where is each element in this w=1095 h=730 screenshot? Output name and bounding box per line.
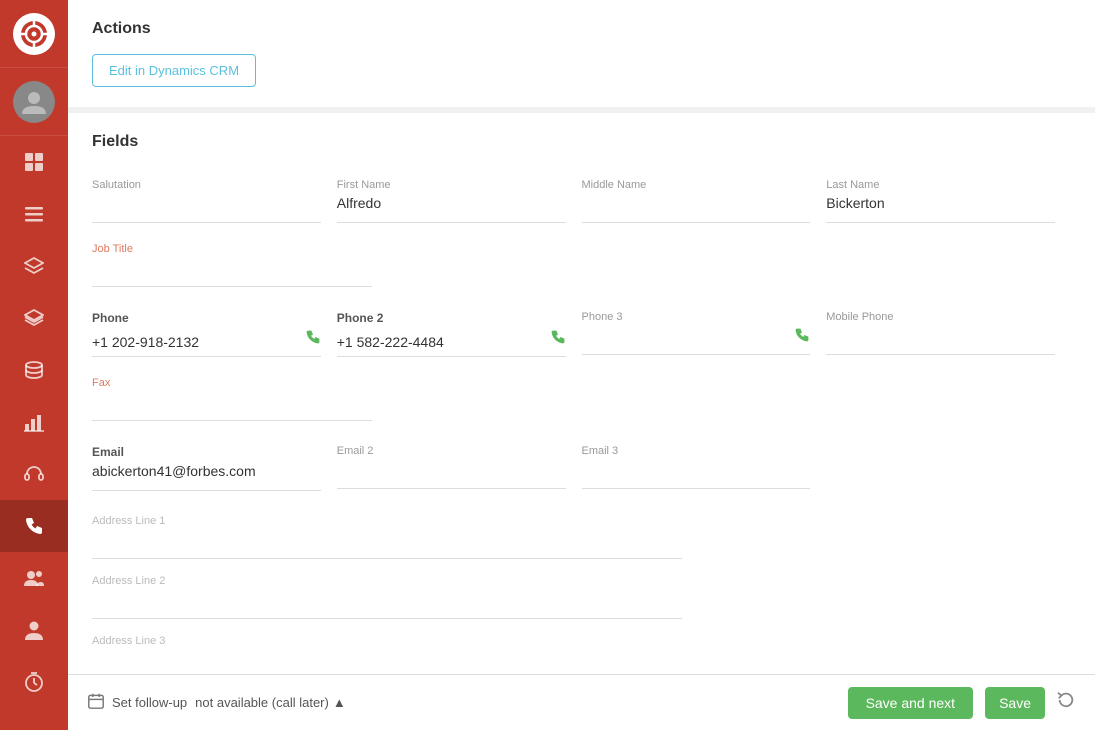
save-and-next-button[interactable]: Save and next [848, 687, 974, 719]
phone2-call-icon[interactable] [550, 329, 566, 350]
first-name-value[interactable]: Alfredo [337, 195, 566, 223]
salutation-label: Salutation [92, 179, 321, 191]
email-field: Email abickerton41@forbes.com [92, 437, 337, 499]
sidebar-item-chart[interactable] [0, 396, 68, 448]
fax-label: Fax [92, 377, 372, 389]
phone3-call-icon[interactable] [794, 327, 810, 348]
sidebar [0, 0, 68, 730]
email3-value[interactable] [582, 461, 811, 489]
fields-email-row: Email abickerton41@forbes.com Email 2 Em… [92, 437, 1071, 499]
phone2-label: Phone 2 [337, 311, 566, 325]
fields-row-1: Salutation First Name Alfredo Middle Nam… [92, 171, 1071, 231]
sidebar-item-layers[interactable] [0, 240, 68, 292]
phone-label: Phone [92, 311, 321, 325]
mobile-phone-value[interactable] [826, 327, 1055, 355]
job-title-label: Job Title [92, 243, 372, 255]
middle-name-value[interactable] [582, 195, 811, 223]
email2-label: Email 2 [337, 445, 566, 457]
sidebar-item-dashboard[interactable] [0, 136, 68, 188]
job-title-field: Job Title [92, 243, 372, 287]
chevron-up-icon: ▲ [333, 695, 346, 710]
phone3-field: Phone 3 [582, 303, 827, 365]
email2-value[interactable] [337, 461, 566, 489]
email3-label: Email 3 [582, 445, 811, 457]
email-value[interactable]: abickerton41@forbes.com [92, 463, 321, 491]
address2-label: Address Line 2 [92, 575, 682, 587]
last-name-value[interactable]: Bickerton [826, 195, 1055, 223]
job-title-row: Job Title [92, 231, 1071, 295]
address3-field: Address Line 3 [92, 635, 682, 647]
fax-field: Fax [92, 377, 372, 421]
middle-name-field: Middle Name [582, 171, 827, 231]
reset-button[interactable] [1057, 691, 1075, 714]
follow-up-section: Set follow-up not available (call later)… [88, 693, 346, 712]
address1-field: Address Line 1 [92, 515, 682, 559]
sidebar-logo [0, 0, 68, 68]
phone-value[interactable]: +1 202-918-2132 [92, 334, 297, 350]
email-label: Email [92, 445, 321, 459]
address3-row: Address Line 3 [92, 627, 1071, 659]
address3-label: Address Line 3 [92, 635, 682, 647]
phone3-label: Phone 3 [582, 311, 811, 323]
email-spacer [826, 437, 1071, 499]
phone-field: Phone +1 202-918-2132 [92, 303, 337, 365]
sidebar-nav [0, 136, 68, 730]
fax-value[interactable] [92, 393, 372, 421]
phone2-value[interactable]: +1 582-222-4484 [337, 334, 542, 350]
middle-name-label: Middle Name [582, 179, 811, 191]
save-button[interactable]: Save [985, 687, 1045, 719]
last-name-field: Last Name Bickerton [826, 171, 1071, 231]
mobile-phone-label: Mobile Phone [826, 311, 1055, 323]
sidebar-item-database[interactable] [0, 344, 68, 396]
phone2-field: Phone 2 +1 582-222-4484 [337, 303, 582, 365]
phone-call-icon[interactable] [305, 329, 321, 350]
edit-crm-button[interactable]: Edit in Dynamics CRM [92, 54, 256, 87]
last-name-label: Last Name [826, 179, 1055, 191]
follow-up-status-select[interactable]: not available (call later) ▲ [195, 695, 346, 710]
content-area: Actions Edit in Dynamics CRM Fields Salu… [68, 0, 1095, 674]
fields-title: Fields [92, 133, 1071, 151]
sidebar-item-phone[interactable] [0, 500, 68, 552]
phone2-value-row: +1 582-222-4484 [337, 329, 566, 357]
fields-phone-row: Phone +1 202-918-2132 Phone 2 +1 582-222… [92, 303, 1071, 365]
user-avatar-section[interactable] [0, 68, 68, 136]
salutation-value[interactable] [92, 195, 321, 223]
address1-row: Address Line 1 [92, 499, 1071, 567]
fax-row: Fax [92, 365, 1071, 429]
logo-icon [13, 13, 55, 55]
avatar [13, 81, 55, 123]
job-title-value[interactable] [92, 259, 372, 287]
follow-up-status-text: not available (call later) [195, 695, 329, 710]
phone3-value-row [582, 327, 811, 355]
phone-value-row: +1 202-918-2132 [92, 329, 321, 357]
fields-section: Fields Salutation First Name Alfredo Mid… [68, 113, 1095, 674]
sidebar-item-inbox[interactable] [0, 188, 68, 240]
salutation-field: Salutation [92, 171, 337, 231]
address1-value[interactable] [92, 531, 682, 559]
sidebar-item-timer[interactable] [0, 656, 68, 708]
address1-label: Address Line 1 [92, 515, 682, 527]
address2-value[interactable] [92, 591, 682, 619]
first-name-label: First Name [337, 179, 566, 191]
sidebar-item-user[interactable] [0, 604, 68, 656]
actions-section: Actions Edit in Dynamics CRM [68, 0, 1095, 113]
address2-row: Address Line 2 [92, 567, 1071, 627]
sidebar-item-contacts[interactable] [0, 552, 68, 604]
email2-field: Email 2 [337, 437, 582, 499]
email3-field: Email 3 [582, 437, 827, 499]
main-content: Actions Edit in Dynamics CRM Fields Salu… [68, 0, 1095, 730]
actions-title: Actions [92, 20, 1071, 38]
address2-field: Address Line 2 [92, 575, 682, 619]
calendar-icon [88, 693, 104, 712]
follow-up-label: Set follow-up [112, 695, 187, 710]
footer-bar: Set follow-up not available (call later)… [68, 674, 1095, 730]
sidebar-item-headset[interactable] [0, 448, 68, 500]
mobile-phone-field: Mobile Phone [826, 303, 1071, 365]
sidebar-item-stack[interactable] [0, 292, 68, 344]
first-name-field: First Name Alfredo [337, 171, 582, 231]
